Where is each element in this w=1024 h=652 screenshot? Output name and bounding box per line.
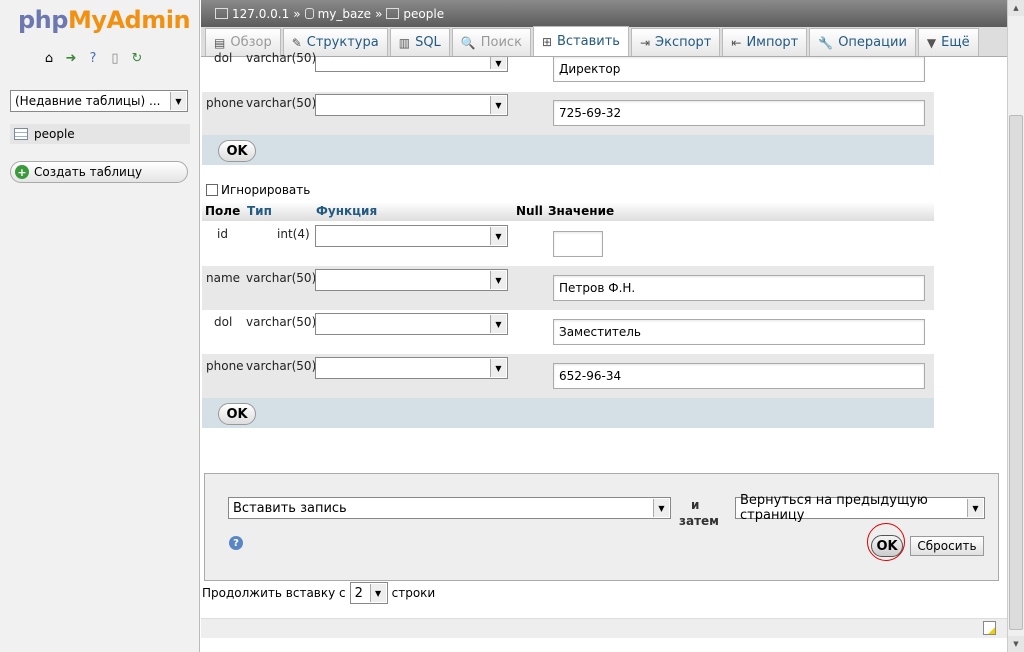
continue-insert-group: Продолжить вставку с 2 ▼ строки — [202, 582, 435, 604]
database-icon — [304, 8, 314, 19]
submit-options-box: Вставить запись ▼ и затем Вернуться на п… — [204, 473, 999, 581]
chevron-down-icon: ▼ — [369, 584, 386, 602]
wrench-icon: 🔧 — [818, 35, 834, 50]
scrollbar[interactable]: ▲ ▼ — [1007, 0, 1024, 652]
tab-import[interactable]: ⇤ Импорт — [722, 28, 808, 56]
table-icon — [14, 128, 28, 140]
tab-bar: ▤ Обзор ✎ Структура ▥ SQL 🔍 Поиск ⊞ Вставить … — [201, 26, 1007, 57]
chevron-down-icon: ▼ — [490, 271, 506, 289]
chevron-down-icon: ▼ — [170, 92, 186, 110]
function-select[interactable]: ▼ — [315, 357, 508, 379]
value-input-dol[interactable]: Заместитель — [553, 319, 925, 345]
scroll-thumb[interactable] — [1009, 115, 1023, 630]
tab-more[interactable]: ▼ Ещё — [917, 28, 979, 56]
nav-table-people[interactable]: people — [10, 124, 190, 144]
export-icon: ⇥ — [639, 35, 651, 50]
ignore-checkbox-group: Игнорировать — [206, 183, 310, 197]
chevron-down-icon: ▼ — [967, 499, 983, 517]
tab-sql[interactable]: ▥ SQL — [389, 28, 450, 56]
table-icon — [386, 8, 400, 19]
scroll-down-icon[interactable]: ▼ — [1008, 636, 1024, 652]
ok-button[interactable]: OK — [218, 403, 256, 425]
tab-search[interactable]: 🔍 Поиск — [451, 28, 531, 56]
value-input-phone[interactable]: 652-96-34 — [553, 363, 925, 389]
plus-icon: + — [15, 165, 29, 179]
chevron-down-icon: ▼ — [490, 227, 506, 245]
breadcrumb: 127.0.0.1 » my_baze » people — [201, 0, 1007, 27]
recent-tables-select[interactable]: (Недавние таблицы) ... ▼ — [10, 90, 188, 112]
docs-icon[interactable]: ▯ — [107, 50, 123, 66]
console-icon[interactable] — [983, 621, 996, 635]
chevron-down-icon: ▼ — [490, 57, 506, 69]
chevron-down-icon: ▼ — [926, 35, 937, 50]
tab-insert[interactable]: ⊞ Вставить — [532, 26, 629, 56]
server-icon — [215, 8, 228, 19]
nav-icon-bar: ⌂ ➜ ? ▯ ↻ — [41, 50, 145, 66]
reset-button[interactable]: Сбросить — [910, 536, 984, 556]
create-table-button[interactable]: + Создать таблицу — [10, 161, 188, 183]
form-ok-bar: OK — [202, 398, 934, 428]
continue-count-select[interactable]: 2 ▼ — [349, 582, 388, 604]
function-select[interactable]: ▼ — [315, 57, 508, 72]
chevron-down-icon: ▼ — [490, 315, 506, 333]
form-ok-bar: OK — [202, 135, 934, 165]
value-input-id[interactable] — [553, 231, 603, 257]
help-icon[interactable]: ? — [229, 536, 243, 550]
ok-button[interactable]: OK — [218, 140, 256, 162]
chevron-down-icon: ▼ — [490, 359, 506, 377]
tab-export[interactable]: ⇥ Экспорт — [630, 28, 721, 56]
search-icon: 🔍 — [460, 35, 476, 50]
breadcrumb-server[interactable]: 127.0.0.1 — [232, 7, 289, 21]
tab-operations[interactable]: 🔧 Операции — [809, 28, 916, 56]
navigation-panel: phpMyAdmin ⌂ ➜ ? ▯ ↻ (Недавние таблицы) … — [0, 0, 200, 652]
function-select[interactable]: ▼ — [315, 94, 508, 116]
submit-ok-button[interactable]: OK — [871, 535, 903, 557]
insert-action-select[interactable]: Вставить запись ▼ — [228, 497, 671, 519]
value-input-name[interactable]: Петров Ф.Н. — [553, 275, 925, 301]
value-input-phone[interactable]: 725-69-32 — [553, 100, 925, 126]
breadcrumb-table[interactable]: people — [403, 7, 444, 21]
phpmyadmin-logo[interactable]: phpMyAdmin — [18, 6, 191, 34]
logout-icon[interactable]: ➜ — [63, 50, 79, 66]
sql-icon: ▥ — [398, 35, 411, 50]
help-icon[interactable]: ? — [85, 50, 101, 66]
home-icon[interactable]: ⌂ — [41, 50, 57, 66]
reload-icon[interactable]: ↻ — [129, 50, 145, 66]
function-select[interactable]: ▼ — [315, 269, 508, 291]
breadcrumb-db[interactable]: my_baze — [318, 7, 371, 21]
structure-icon: ✎ — [291, 35, 302, 50]
chevron-down-icon: ▼ — [653, 499, 669, 517]
insert-icon: ⊞ — [541, 34, 552, 49]
function-select[interactable]: ▼ — [315, 313, 508, 335]
function-select[interactable]: ▼ — [315, 225, 508, 247]
console-bar — [201, 618, 1007, 638]
table-header: Поле Тип Функция Null Значение — [202, 202, 934, 221]
chevron-down-icon: ▼ — [490, 96, 506, 114]
browse-icon: ▤ — [214, 35, 226, 50]
scroll-up-icon[interactable]: ▲ — [1008, 0, 1024, 16]
value-input-dol[interactable]: Директор — [553, 57, 925, 82]
ignore-checkbox[interactable] — [206, 184, 218, 196]
import-icon: ⇤ — [731, 35, 742, 50]
after-insert-select[interactable]: Вернуться на предыдущую страницу ▼ — [735, 493, 985, 523]
